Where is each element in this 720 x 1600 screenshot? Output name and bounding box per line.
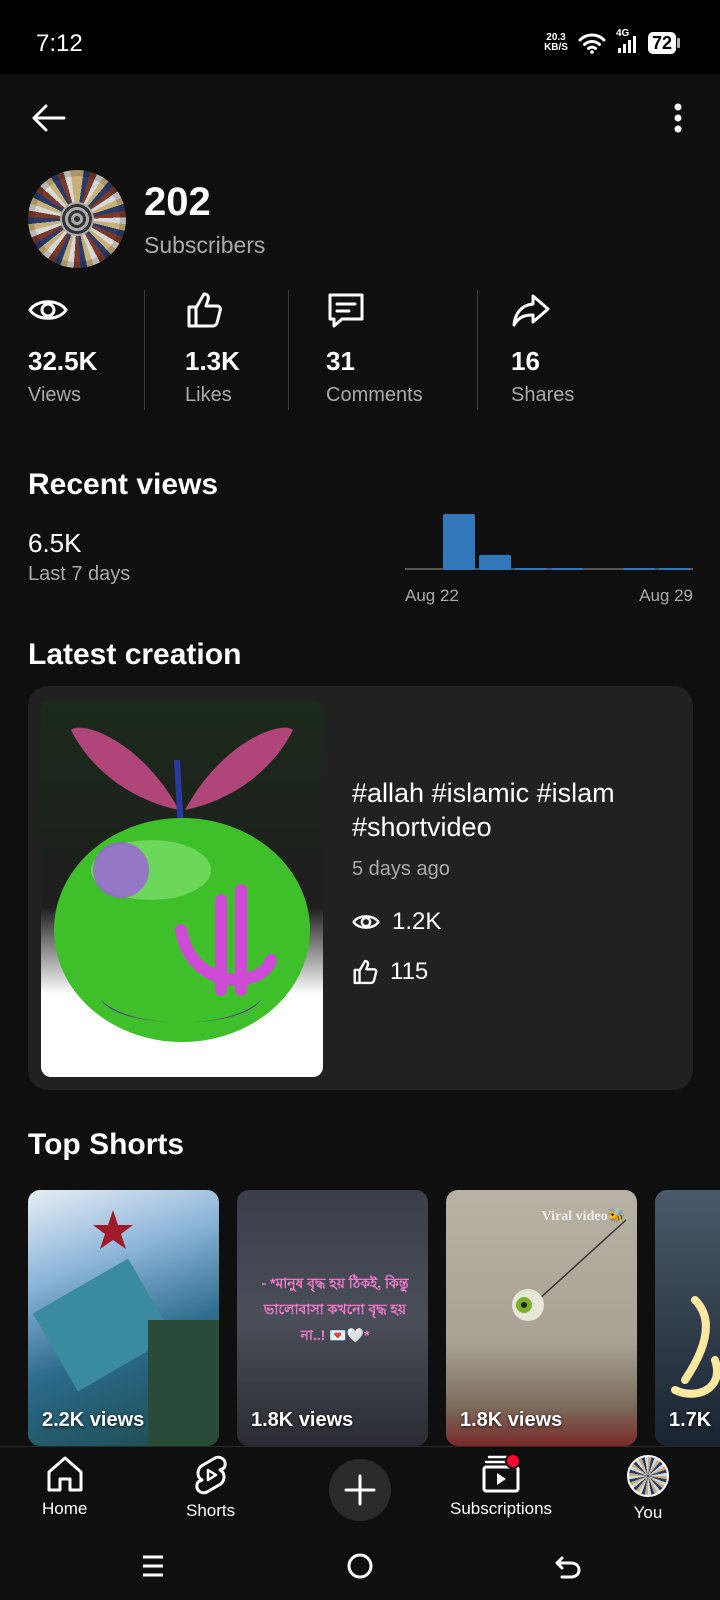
latest-video-likes-value: 115	[390, 958, 429, 985]
apple-artwork	[54, 727, 310, 1042]
stat-value: 31	[326, 346, 355, 376]
stat-label: Comments	[326, 384, 423, 406]
recent-views-title: Recent views	[28, 468, 219, 501]
short-card[interactable]: - *মানুষ বৃদ্ধ হয় ঠিকই, কিন্তু ভালোবাসা…	[237, 1190, 428, 1446]
battery-level: 72	[647, 32, 676, 54]
net-speed-unit: KB/S	[544, 42, 568, 53]
bar-chart	[405, 514, 693, 570]
short-overlay-text: - *মানুষ বৃদ্ধ হয় ঠিকই, কিন্তু ভালোবাসা…	[261, 1275, 409, 1343]
recent-views-period: Last 7 days	[28, 563, 131, 585]
back-curve-icon	[555, 1556, 581, 1579]
nav-you[interactable]: You	[627, 1455, 669, 1523]
chart-bar-aug-29	[659, 568, 691, 570]
short-views: 1.8K views	[251, 1409, 354, 1431]
nav-label: You	[633, 1503, 663, 1522]
bottom-navigation: Home Shorts Subscriptions You	[0, 1446, 720, 1535]
latest-video-views-value: 1.2K	[392, 908, 442, 935]
latest-video-age: 5 days ago	[352, 858, 450, 880]
chart-bar-aug-26	[551, 568, 583, 570]
stat-label: Likes	[185, 384, 232, 406]
circle-icon	[347, 1553, 373, 1579]
recents-button[interactable]	[133, 1546, 173, 1586]
mosque-artwork	[32, 1200, 219, 1446]
comment-icon	[328, 293, 364, 328]
latest-video-views: 1.2K	[352, 908, 441, 936]
nav-label: Subscriptions	[450, 1499, 553, 1518]
stat-views[interactable]: 32.5K Views	[28, 288, 97, 412]
subscribers-count: 202	[144, 180, 211, 224]
status-icons: 20.3 KB/S 4G 72	[544, 28, 680, 54]
short-views: 1.7K	[669, 1409, 712, 1431]
system-navigation	[0, 1534, 720, 1600]
short-views: 2.2K views	[42, 1409, 145, 1431]
latest-creation-card[interactable]: #allah #islamic #islam #shortvideo 5 day…	[28, 686, 693, 1090]
wifi-icon	[578, 33, 606, 54]
top-shorts-row: 2.2K views - *মানুষ বৃদ্ধ হয় ঠিকই, কিন্…	[28, 1190, 720, 1446]
notification-dot	[505, 1453, 522, 1469]
stat-label: Shares	[511, 384, 575, 406]
more-vert-icon	[674, 103, 682, 133]
back-button[interactable]	[26, 96, 70, 140]
create-button[interactable]	[329, 1459, 391, 1521]
arrow-left-icon	[32, 104, 66, 132]
nav-label: Shorts	[186, 1501, 236, 1520]
short-card[interactable]: 1.7K	[655, 1190, 720, 1446]
eye-icon	[352, 915, 380, 929]
nav-label: Home	[42, 1499, 88, 1518]
stat-value: 32.5K	[28, 346, 98, 376]
menu-icon	[143, 1555, 163, 1577]
status-bar: 7:12 20.3 KB/S 4G 72	[0, 0, 720, 74]
stat-shares[interactable]: 16 Shares	[511, 288, 574, 412]
stat-likes[interactable]: 1.3K Likes	[185, 288, 240, 412]
chart-tick-end: Aug 29	[639, 586, 693, 605]
status-time: 7:12	[36, 30, 83, 57]
chart-bar-aug-28	[623, 568, 655, 570]
video-thumbnail[interactable]	[41, 700, 323, 1077]
back-system-button[interactable]	[548, 1546, 588, 1586]
chart-bar-aug-25	[515, 568, 547, 570]
plus-icon	[344, 1474, 376, 1506]
short-views: 1.8K views	[460, 1409, 563, 1431]
home-icon	[47, 1456, 83, 1492]
chart-tick-start: Aug 22	[405, 586, 459, 605]
top-app-bar	[0, 90, 720, 146]
short-card[interactable]: 2.2K views	[28, 1190, 219, 1446]
stat-value: 16	[511, 346, 540, 376]
nav-subscriptions[interactable]: Subscriptions	[450, 1453, 553, 1519]
subscribers-label: Subscribers	[144, 232, 266, 258]
chart-bar-aug-23	[443, 514, 475, 570]
recent-views-value: 6.5K	[28, 528, 82, 558]
nav-shorts[interactable]: Shorts	[186, 1455, 235, 1521]
stat-value: 1.3K	[185, 346, 240, 376]
latest-creation-title: Latest creation	[28, 638, 242, 671]
more-options-button[interactable]	[666, 96, 690, 140]
ornament-artwork	[512, 1219, 627, 1321]
divider	[477, 290, 478, 410]
divider	[288, 290, 289, 410]
cell-signal-icon: 4G	[616, 28, 638, 54]
net-speed: 20.3 KB/S	[544, 33, 568, 53]
nav-home[interactable]: Home	[42, 1455, 87, 1519]
chart-bar-aug-24	[479, 554, 511, 570]
home-system-button[interactable]	[340, 1546, 380, 1586]
top-shorts-title: Top Shorts	[28, 1128, 185, 1161]
avatar	[627, 1455, 669, 1497]
battery-icon: 72	[647, 32, 680, 54]
thumbs-up-icon	[187, 292, 222, 328]
eye-icon	[28, 300, 68, 320]
latest-video-title[interactable]: #allah #islamic #islam #shortvideo	[352, 776, 672, 844]
thumbs-up-icon	[353, 959, 378, 985]
divider	[144, 290, 145, 410]
stats-row: 32.5K Views 1.3K Likes 31 Comments 16 Sh…	[28, 288, 698, 412]
short-card[interactable]: Viral video🐝 1.8K views	[446, 1190, 637, 1446]
latest-video-likes: 115	[352, 958, 428, 986]
share-icon	[512, 294, 550, 327]
stat-comments[interactable]: 31 Comments	[326, 288, 423, 412]
recent-views-chart[interactable]: Aug 22 Aug 29	[405, 510, 693, 610]
stat-label: Views	[28, 384, 81, 406]
calligraphy-artwork	[671, 1296, 720, 1398]
channel-avatar[interactable]	[28, 170, 126, 268]
shorts-icon	[194, 1455, 227, 1495]
